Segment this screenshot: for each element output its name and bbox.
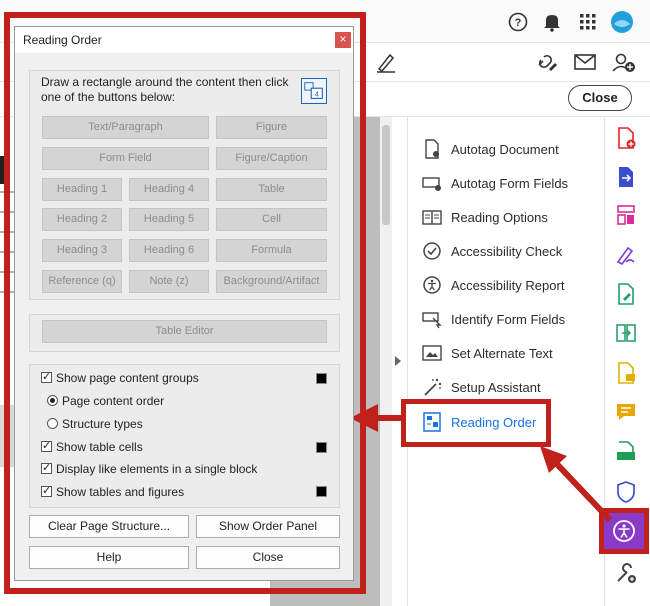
email-icon[interactable] (572, 49, 598, 75)
tool-accessibility-report[interactable]: Accessibility Report (415, 270, 600, 300)
structure-types-label: Structure types (62, 417, 143, 431)
help-button[interactable]: Help (29, 546, 189, 569)
close-tool-button[interactable]: Close (568, 85, 632, 111)
fill-sign-icon[interactable] (614, 242, 638, 266)
figure-caption-button[interactable]: Figure/Caption (216, 147, 327, 170)
edit-pdf-icon[interactable] (614, 282, 638, 306)
note-button[interactable]: Note (z) (129, 270, 209, 293)
highlight-pen-icon[interactable] (373, 49, 399, 75)
tool-reading-options[interactable]: Reading Options (415, 202, 600, 232)
set-alternate-text-icon (422, 345, 442, 361)
clear-page-structure-button[interactable]: Clear Page Structure... (29, 515, 189, 538)
user-avatar-icon[interactable] (610, 10, 634, 34)
identify-form-fields-icon (422, 312, 442, 329)
share-user-icon[interactable] (610, 49, 636, 75)
svg-text:4: 4 (315, 90, 319, 99)
apps-grid-icon[interactable] (576, 10, 600, 34)
accessibility-report-icon (423, 276, 441, 294)
scan-ocr-icon[interactable] (614, 440, 638, 464)
tool-label: Autotag Document (451, 142, 559, 157)
structure-types-radio[interactable] (47, 418, 58, 429)
tool-label: Set Alternate Text (451, 346, 553, 361)
tool-label: Reading Options (451, 210, 548, 225)
page-content-order-radio[interactable] (47, 395, 58, 406)
notifications-bell-icon[interactable] (540, 10, 564, 34)
checkbox-label: Show page content groups (56, 371, 199, 385)
dialog-instructions: Draw a rectangle around the content then… (41, 75, 289, 104)
tool-label: Accessibility Report (451, 278, 565, 293)
tool-label: Accessibility Check (451, 244, 563, 259)
page-content-order-label: Page content order (62, 394, 165, 408)
heading-5-button[interactable]: Heading 5 (129, 208, 209, 231)
help-icon[interactable]: ? (506, 10, 530, 34)
autotag-form-fields-icon (422, 177, 441, 191)
form-field-button[interactable]: Form Field (42, 147, 209, 170)
text-paragraph-button[interactable]: Text/Paragraph (42, 116, 209, 139)
dialog-title-bar[interactable]: Reading Order × (15, 27, 353, 53)
document-scrollbar[interactable] (380, 117, 392, 606)
heading-3-button[interactable]: Heading 3 (42, 239, 122, 262)
accessibility-tool-icon[interactable] (612, 519, 636, 543)
tables-figures-color-swatch[interactable] (316, 486, 327, 497)
checkbox-label: Show table cells (56, 440, 143, 454)
close-dialog-button[interactable]: Close (196, 546, 340, 569)
heading-1-button[interactable]: Heading 1 (42, 178, 122, 201)
tool-label: Autotag Form Fields (451, 176, 569, 191)
heading-2-button[interactable]: Heading 2 (42, 208, 122, 231)
table-editor-button[interactable]: Table Editor (42, 320, 327, 343)
table-cells-color-swatch[interactable] (316, 442, 327, 453)
table-button[interactable]: Table (216, 178, 327, 201)
tool-label: Reading Order (451, 415, 537, 430)
select-region-icon[interactable]: 4 (301, 78, 327, 104)
tool-accessibility-check[interactable]: Accessibility Check (415, 236, 600, 266)
dialog-title: Reading Order (23, 33, 102, 47)
tool-autotag-form-fields[interactable]: Autotag Form Fields (415, 168, 600, 198)
close-dialog-x-icon[interactable]: × (335, 32, 351, 48)
checkbox-label: Show tables and figures (56, 485, 185, 499)
collapse-panel-arrow-icon[interactable] (395, 356, 401, 366)
background-artifact-button[interactable]: Background/Artifact (216, 270, 327, 293)
export-pdf-icon[interactable] (614, 165, 638, 189)
comment-file-icon[interactable] (614, 361, 638, 385)
formula-button[interactable]: Formula (216, 239, 327, 262)
reference-button[interactable]: Reference (q) (42, 270, 122, 293)
checkbox-label: Display like elements in a single block (56, 462, 258, 476)
create-pdf-icon[interactable] (614, 126, 638, 150)
reading-options-icon (422, 210, 442, 225)
heading-4-button[interactable]: Heading 4 (129, 178, 209, 201)
tool-label: Identify Form Fields (451, 312, 566, 327)
setup-assistant-icon (424, 378, 442, 396)
svg-text:?: ? (515, 17, 522, 29)
link-edit-icon[interactable] (533, 49, 559, 75)
tool-set-alternate-text[interactable]: Set Alternate Text (415, 338, 600, 368)
tool-autotag-document[interactable]: Autotag Document (415, 134, 600, 164)
organize-pages-icon[interactable] (614, 203, 638, 227)
cell-button[interactable]: Cell (216, 208, 327, 231)
show-order-panel-button[interactable]: Show Order Panel (196, 515, 340, 538)
protect-shield-icon[interactable] (614, 480, 638, 504)
figure-button[interactable]: Figure (216, 116, 327, 139)
accessibility-check-icon (423, 242, 441, 260)
tool-reading-order[interactable]: Reading Order (415, 407, 600, 437)
tool-identify-form-fields[interactable]: Identify Form Fields (415, 304, 600, 334)
content-groups-color-swatch[interactable] (316, 373, 327, 384)
tool-setup-assistant[interactable]: Setup Assistant (415, 372, 600, 402)
more-tools-icon[interactable] (614, 561, 638, 585)
reading-order-icon (423, 412, 441, 432)
tool-label: Setup Assistant (451, 380, 541, 395)
heading-6-button[interactable]: Heading 6 (129, 239, 209, 262)
comment-icon[interactable] (614, 400, 638, 424)
autotag-document-icon (425, 139, 439, 159)
compare-files-icon[interactable] (614, 321, 638, 345)
